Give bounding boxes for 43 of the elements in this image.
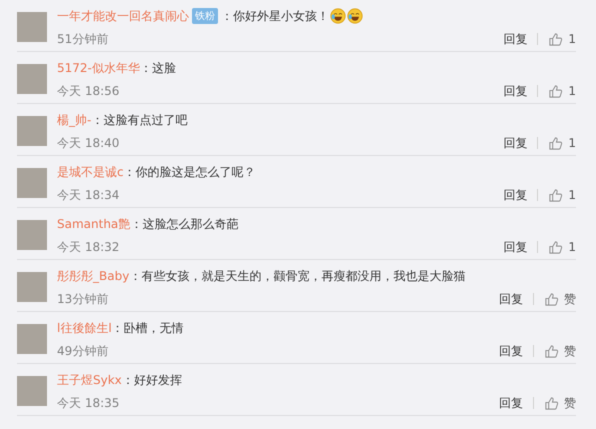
thumbs-up-icon[interactable]: [544, 396, 559, 410]
comment-time: 今天 18:35: [57, 394, 120, 412]
comment-time: 今天 18:32: [57, 238, 120, 256]
laughing-face-icon: [330, 8, 346, 24]
comment-text: ：好好发挥: [122, 372, 182, 388]
comment-text: ：你的脸这是怎么了呢？: [124, 164, 256, 180]
reply-link[interactable]: 回复: [503, 134, 528, 152]
comment-time: 今天 18:56: [57, 82, 120, 100]
like-count[interactable]: 1: [568, 188, 576, 202]
comment-text: ：这脸有点过了吧: [91, 112, 188, 128]
comment-time: 13分钟前: [57, 290, 108, 308]
reply-link[interactable]: 回复: [499, 394, 523, 412]
comment-text: ：卧槽，无情: [112, 320, 184, 336]
reply-link[interactable]: 回复: [503, 82, 528, 100]
comment-text: ：你好外星小女孩！: [221, 8, 329, 24]
comment-time: 51分钟前: [57, 30, 108, 48]
thumbs-up-icon[interactable]: [544, 292, 559, 306]
thumbs-up-icon[interactable]: [548, 136, 564, 150]
comment-time: 今天 18:34: [57, 186, 120, 204]
thumbs-up-icon[interactable]: [548, 32, 564, 46]
like-count[interactable]: 赞: [564, 394, 576, 412]
like-count[interactable]: 1: [568, 84, 576, 98]
thumbs-up-icon[interactable]: [548, 240, 564, 254]
comment-time: 49分钟前: [57, 342, 108, 360]
like-count[interactable]: 赞: [564, 290, 576, 308]
comment-text: ：这脸怎么那么奇葩: [130, 216, 238, 232]
comment-text: ：这脸: [140, 60, 176, 76]
comment-time: 今天 18:40: [57, 134, 120, 152]
reply-link[interactable]: 回复: [503, 238, 528, 256]
like-count[interactable]: 赞: [564, 342, 576, 360]
reply-link[interactable]: 回复: [499, 342, 523, 360]
laughing-face-icon: [347, 8, 363, 24]
reply-link[interactable]: 回复: [503, 30, 528, 48]
thumbs-up-icon[interactable]: [548, 188, 564, 202]
fan-badge: 铁粉: [192, 8, 218, 24]
like-count[interactable]: 1: [568, 240, 576, 254]
thumbs-up-icon[interactable]: [548, 84, 564, 98]
reply-link[interactable]: 回复: [499, 290, 523, 308]
like-count[interactable]: 1: [568, 32, 576, 46]
like-count[interactable]: 1: [568, 136, 576, 150]
comment-text: ：有些女孩，就是天生的，颧骨宽，再瘦都没用，我也是大脸猫: [129, 268, 466, 284]
thumbs-up-icon[interactable]: [544, 344, 559, 358]
reply-link[interactable]: 回复: [503, 186, 528, 204]
